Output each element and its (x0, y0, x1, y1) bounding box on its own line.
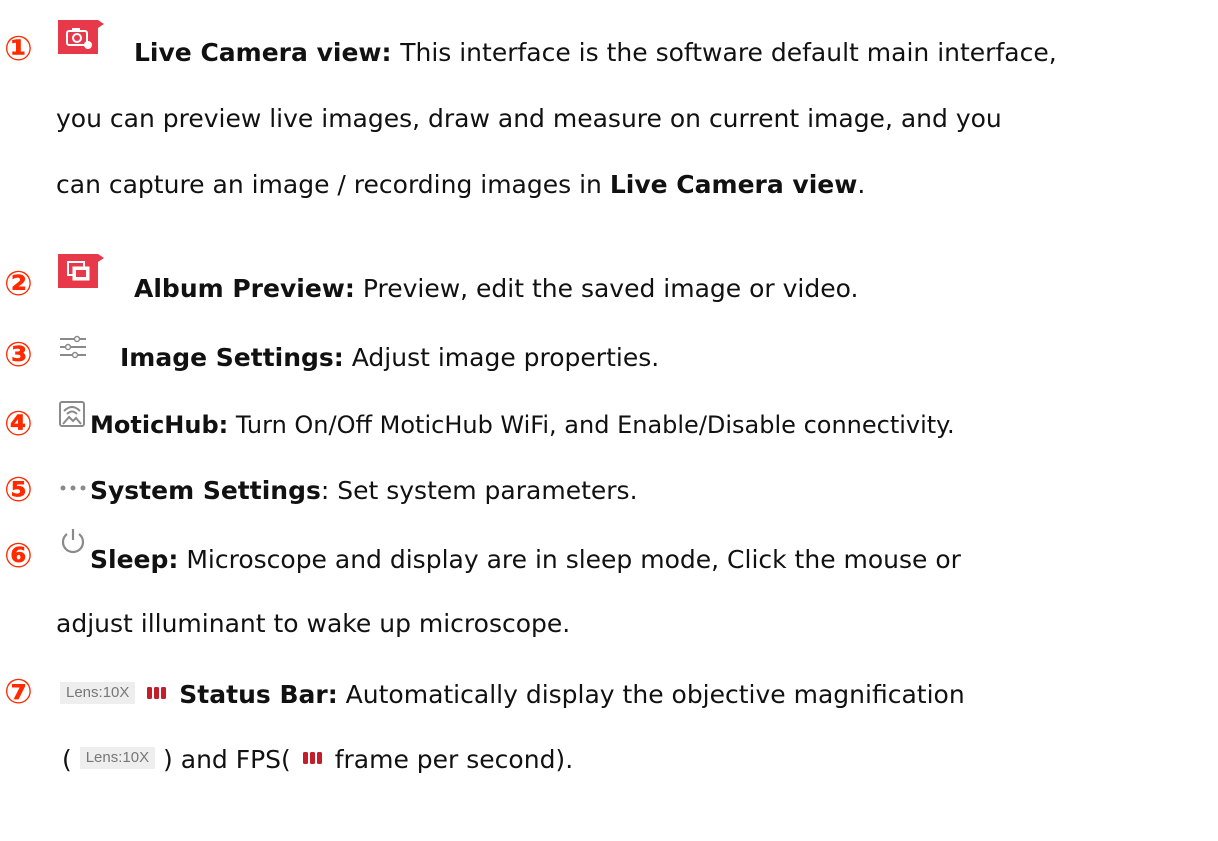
item-7-text-3: frame per second). (334, 745, 574, 774)
lens-badge: Lens:10X (60, 682, 136, 704)
item-2-title: Album Preview (134, 274, 345, 303)
item-number-2: ② (4, 264, 33, 304)
item-5-title: System Settings (90, 476, 321, 505)
item-4-title: MoticHub (90, 411, 219, 439)
item-1-line-3: can capture an image / recording images … (56, 170, 865, 200)
item-3-text: Adjust image properties. (343, 343, 660, 372)
fps-bars-icon (147, 687, 167, 699)
item-4-text: Turn On/Off MoticHub WiFi, and Enable/Di… (228, 411, 955, 439)
item-3-line: Image Settings: Adjust image properties. (120, 343, 659, 373)
album-icon (58, 254, 104, 288)
more-dots-icon (60, 485, 86, 491)
item-7-open-paren: ( (62, 745, 80, 774)
item-5-line: System Settings: Set system parameters. (90, 476, 638, 506)
item-1-period: . (857, 170, 866, 199)
item-7-text-2: ) and FPS( (163, 745, 291, 774)
item-2-line: Album Preview: Preview, edit the saved i… (134, 274, 858, 304)
item-5-text: : Set system parameters. (320, 476, 638, 505)
item-1-line-2: you can preview live images, draw and me… (56, 104, 1002, 133)
item-6-title: Sleep: (90, 545, 179, 574)
item-1-line-1: Live Camera view: This interface is the … (134, 38, 1057, 68)
item-6-line-2: adjust illuminant to wake up microscope. (56, 609, 571, 638)
item-number-1: ① (4, 29, 33, 69)
item-number-5: ⑤ (4, 470, 33, 510)
item-1-title: Live Camera view (134, 38, 382, 67)
item-number-7: ⑦ (4, 672, 33, 712)
item-2-sep: : (344, 274, 355, 303)
item-7-title: Status Bar: (179, 680, 338, 709)
camera-icon (58, 20, 104, 54)
item-3-title: Image Settings (120, 343, 334, 372)
item-4-sep: : (218, 411, 229, 439)
item-3-sep: : (333, 343, 344, 372)
item-number-4: ④ (4, 404, 33, 444)
item-6-line-1: Sleep: Microscope and display are in sle… (90, 545, 961, 575)
item-7-line-1: Lens:10X Status Bar: Automatically displ… (60, 680, 965, 710)
wifi-frame-icon (59, 401, 85, 427)
item-7-text-1: Automatically display the objective magn… (337, 680, 965, 709)
item-number-3: ③ (4, 335, 33, 375)
item-7-line-2: ( Lens:10X ) and FPS( frame per second). (62, 745, 573, 775)
power-icon (61, 529, 85, 554)
sliders-icon (60, 335, 86, 359)
item-4-line: MoticHub: Turn On/Off MoticHub WiFi, and… (90, 410, 955, 440)
item-6-text-1: Microscope and display are in sleep mode… (178, 545, 961, 574)
item-number-6: ⑥ (4, 536, 33, 576)
fps-bars-inline-icon (302, 752, 322, 764)
item-1-text-1: This interface is the software default m… (400, 38, 1057, 67)
lens-badge-inline: Lens:10X (79, 747, 156, 769)
item-2-text: Preview, edit the saved image or video. (354, 274, 859, 303)
item-1-text-3: can capture an image / recording images … (56, 170, 610, 199)
item-1-bold-ref: Live Camera view (609, 170, 858, 199)
item-1-sep: : (381, 38, 401, 67)
